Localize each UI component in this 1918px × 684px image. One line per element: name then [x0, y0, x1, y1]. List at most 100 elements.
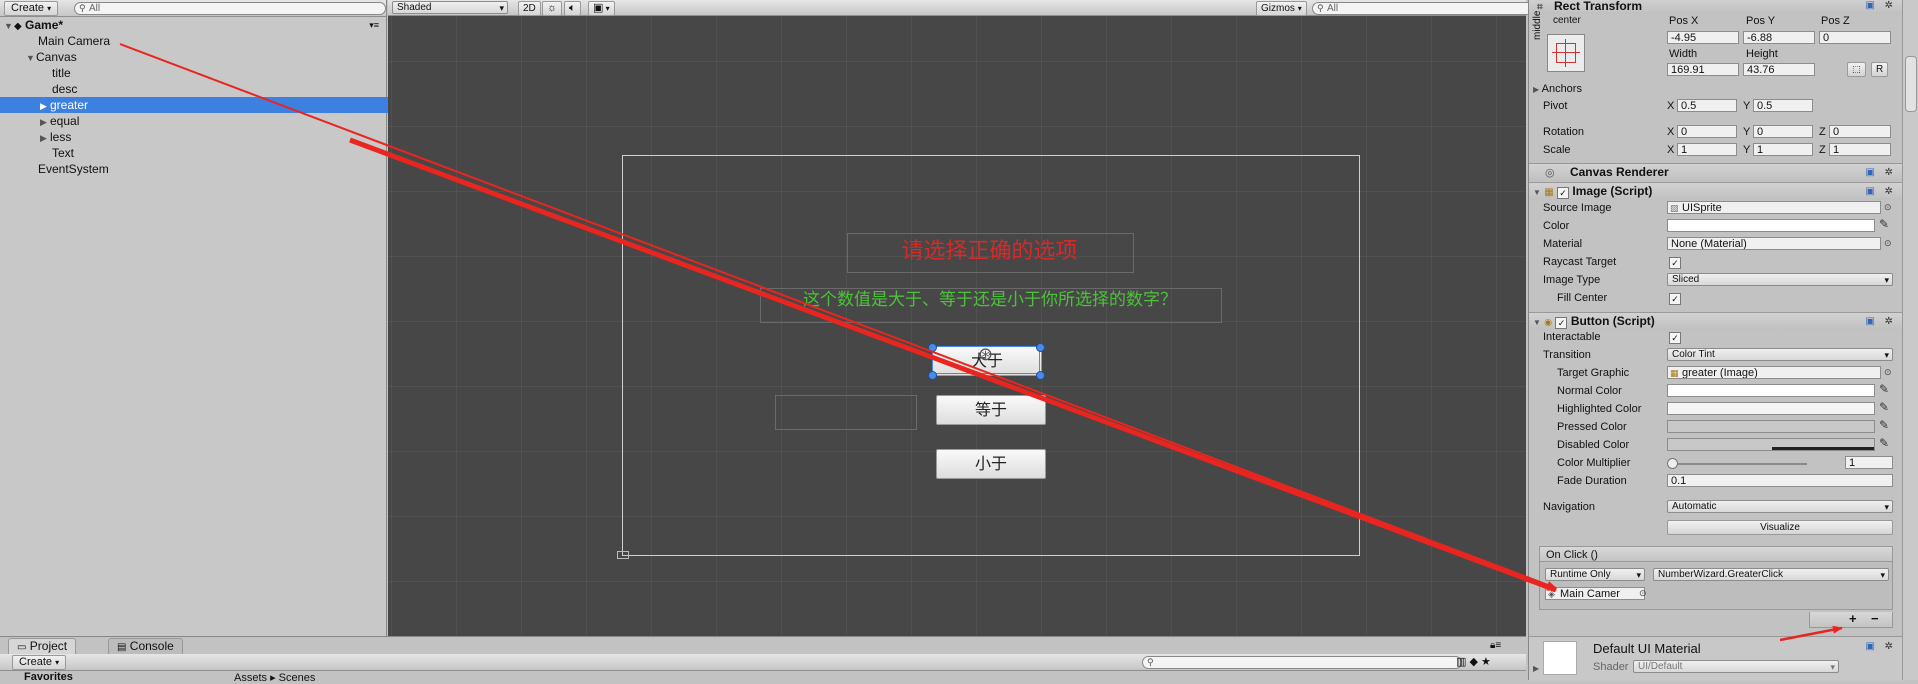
shading-mode-dropdown[interactable]: Shaded: [392, 1, 508, 14]
object-picker-icon[interactable]: ⊙: [1639, 588, 1647, 599]
tab-console[interactable]: ▤ Console: [108, 638, 183, 654]
rotation-z-field[interactable]: 0: [1829, 125, 1891, 138]
visualize-button[interactable]: Visualize: [1667, 520, 1893, 535]
object-picker-icon[interactable]: ⊙: [1884, 238, 1892, 249]
resize-handle[interactable]: [928, 371, 937, 380]
pivot-x-field[interactable]: 0.5: [1677, 99, 1737, 112]
collapsed-triangle-icon[interactable]: ▶: [40, 114, 50, 130]
gear-icon[interactable]: ✲: [1885, 313, 1893, 330]
image-type-dropdown[interactable]: Sliced: [1667, 273, 1893, 286]
material-field[interactable]: None (Material): [1667, 237, 1881, 250]
onclick-object-field[interactable]: ◈ Main Camer: [1545, 587, 1645, 600]
effects-toggle[interactable]: ▣ ▾: [588, 1, 615, 16]
source-image-field[interactable]: ▨ UISprite: [1667, 201, 1881, 214]
inspector-scrollbar[interactable]: [1902, 0, 1918, 680]
rect-transform-header[interactable]: ⌗ Rect Transform ▣ ✲: [1529, 0, 1903, 14]
resize-handle[interactable]: [1036, 343, 1045, 352]
button-enabled-checkbox[interactable]: ✓: [1555, 317, 1568, 329]
pos-y-field[interactable]: -6.88: [1743, 31, 1815, 44]
scale-y-field[interactable]: 1: [1753, 143, 1813, 156]
object-picker-icon[interactable]: ⊙: [1884, 202, 1892, 213]
disabled-color-field[interactable]: [1667, 438, 1875, 451]
gear-icon[interactable]: ✲: [1885, 164, 1893, 181]
resize-handle[interactable]: [928, 343, 937, 352]
runtime-dropdown[interactable]: Runtime Only: [1545, 568, 1645, 581]
equal-button[interactable]: 等于: [936, 395, 1046, 425]
scale-z-field[interactable]: 1: [1829, 143, 1891, 156]
mode-2d-toggle[interactable]: 2D: [518, 1, 541, 16]
expand-triangle-icon[interactable]: ▼: [4, 18, 14, 34]
fade-duration-field[interactable]: 0.1: [1667, 474, 1893, 487]
add-listener-button[interactable]: +: [1849, 611, 1857, 626]
eyedropper-icon[interactable]: ✎: [1879, 436, 1889, 450]
target-graphic-field[interactable]: ▦ greater (Image): [1667, 366, 1881, 379]
anchors-foldout[interactable]: ▶ Anchors: [1533, 83, 1582, 95]
pivot-gizmo-icon[interactable]: ⊛: [978, 344, 993, 365]
lighting-toggle[interactable]: ☼: [542, 1, 563, 16]
help-icon[interactable]: ▣: [1866, 183, 1875, 200]
image-enabled-checkbox[interactable]: ✓: [1557, 187, 1570, 199]
favorites-label[interactable]: Favorites: [24, 671, 73, 683]
hierarchy-item-desc[interactable]: desc: [0, 81, 437, 97]
color-multiplier-field[interactable]: 1: [1845, 456, 1893, 469]
image-script-header[interactable]: ▼ ▦ ✓ Image (Script) ▣ ✲: [1529, 182, 1903, 200]
title-text[interactable]: 请选择正确的选项: [847, 233, 1132, 271]
anchor-preset-button[interactable]: [1547, 34, 1585, 72]
shader-dropdown[interactable]: UI/Default: [1633, 660, 1839, 673]
fill-center-checkbox[interactable]: ✓: [1669, 293, 1681, 305]
hierarchy-item-main-camera[interactable]: Main Camera: [0, 33, 423, 49]
less-button[interactable]: 小于: [936, 449, 1046, 479]
gizmos-dropdown[interactable]: Gizmos ▾: [1256, 1, 1307, 16]
gear-icon[interactable]: ✲: [1885, 183, 1893, 200]
hierarchy-item-canvas[interactable]: ▼Canvas: [0, 49, 411, 65]
hierarchy-create-button[interactable]: Create ▾: [4, 1, 59, 16]
eyedropper-icon[interactable]: ✎: [1879, 382, 1889, 396]
hierarchy-item-eventsystem[interactable]: EventSystem: [0, 161, 423, 177]
scrollbar-thumb[interactable]: [1905, 56, 1917, 112]
resize-handle[interactable]: [1036, 371, 1045, 380]
blueprint-mode-button[interactable]: ⬚: [1847, 62, 1866, 77]
hierarchy-item-greater[interactable]: ▶ greater: [0, 97, 425, 113]
eyedropper-icon[interactable]: ✎: [1879, 418, 1889, 432]
help-icon[interactable]: ▣: [1866, 641, 1875, 652]
scale-x-field[interactable]: 1: [1677, 143, 1737, 156]
button-script-header[interactable]: ▼ ◉ ✓ Button (Script) ▣ ✲: [1529, 312, 1903, 330]
interactable-checkbox[interactable]: ✓: [1669, 332, 1681, 344]
height-field[interactable]: 43.76: [1743, 63, 1815, 76]
color-multiplier-slider-thumb[interactable]: [1667, 458, 1678, 469]
project-search-input[interactable]: ⚲: [1142, 656, 1462, 669]
width-field[interactable]: 169.91: [1667, 63, 1739, 76]
help-icon[interactable]: ▣: [1866, 164, 1875, 181]
filter-icons[interactable]: ▥ ◆ ★: [1456, 655, 1491, 668]
eyedropper-icon[interactable]: ✎: [1879, 217, 1889, 231]
highlighted-color-field[interactable]: [1667, 402, 1875, 415]
rotation-y-field[interactable]: 0: [1753, 125, 1813, 138]
menu-icon[interactable]: ▾≡: [369, 17, 379, 33]
scene-root-row[interactable]: ▼◆ Game* ▾≡: [0, 17, 385, 33]
rotation-x-field[interactable]: 0: [1677, 125, 1737, 138]
hierarchy-item-title[interactable]: title: [0, 65, 437, 81]
color-field[interactable]: [1667, 219, 1875, 232]
color-multiplier-slider-track[interactable]: [1671, 463, 1807, 465]
raw-edit-button[interactable]: R: [1871, 62, 1889, 77]
hierarchy-item-text[interactable]: Text: [0, 145, 437, 161]
breadcrumb[interactable]: Assets ▸ Scenes: [234, 671, 315, 684]
collapsed-triangle-icon[interactable]: ▶: [40, 130, 50, 146]
normal-color-field[interactable]: [1667, 384, 1875, 397]
gear-icon[interactable]: ✲: [1885, 641, 1893, 652]
gear-icon[interactable]: ✲: [1885, 0, 1893, 14]
object-picker-icon[interactable]: ⊙: [1884, 367, 1892, 378]
remove-listener-button[interactable]: −: [1871, 611, 1879, 626]
pivot-y-field[interactable]: 0.5: [1753, 99, 1813, 112]
raycast-target-checkbox[interactable]: ✓: [1669, 257, 1681, 269]
expand-triangle-icon[interactable]: ▼: [26, 50, 36, 66]
audio-toggle[interactable]: 🔈︎: [564, 1, 581, 16]
tab-project[interactable]: ▭ Project: [8, 638, 77, 654]
help-icon[interactable]: ▣: [1866, 0, 1875, 14]
function-dropdown[interactable]: NumberWizard.GreaterClick: [1653, 568, 1889, 581]
desc-text[interactable]: 这个数值是大于、等于还是小于你所选择的数字？: [760, 288, 1220, 312]
canvas-renderer-header[interactable]: ◎ Canvas Renderer ▣ ✲: [1529, 163, 1903, 181]
hierarchy-item-equal[interactable]: ▶ equal: [0, 113, 425, 129]
collapsed-triangle-icon[interactable]: ▶: [40, 98, 50, 114]
eyedropper-icon[interactable]: ✎: [1879, 400, 1889, 414]
